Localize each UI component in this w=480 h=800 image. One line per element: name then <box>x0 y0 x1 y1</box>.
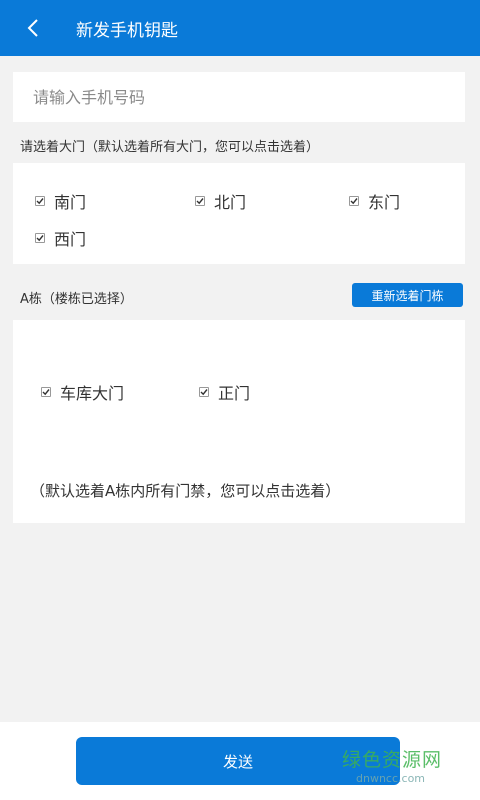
chevron-left-icon <box>27 19 38 37</box>
checkbox-checked-icon <box>349 196 359 206</box>
page-title: 新发手机钥匙 <box>76 20 178 41</box>
reselect-building-button[interactable]: 重新选着门栋 <box>352 283 463 307</box>
gate-checkbox-north[interactable]: 北门 <box>195 189 246 213</box>
phone-input[interactable] <box>33 87 433 107</box>
door-checkbox-garage[interactable]: 车库大门 <box>41 380 124 404</box>
gate-checkbox-south[interactable]: 南门 <box>35 189 86 213</box>
checkbox-checked-icon <box>35 196 45 206</box>
watermark-url: dnwncc.com <box>356 772 426 785</box>
door-checkbox-main[interactable]: 正门 <box>199 380 250 404</box>
checkbox-checked-icon <box>35 233 45 243</box>
app-header: 新发手机钥匙 <box>0 0 480 56</box>
gate-label: 东门 <box>368 193 401 212</box>
gate-checkbox-east[interactable]: 东门 <box>349 189 400 213</box>
door-label: 车库大门 <box>60 384 125 403</box>
building-section-label: A栋（楼栋已选择） <box>20 292 133 307</box>
site-watermark: 绿色资源网 dnwncc.com <box>342 745 442 785</box>
gate-label: 南门 <box>54 193 87 212</box>
gate-label: 西门 <box>54 230 87 249</box>
checkbox-checked-icon <box>195 196 205 206</box>
gate-label: 北门 <box>214 193 247 212</box>
gates-card: 南门 北门 东门 西门 <box>13 163 465 264</box>
doors-card: 车库大门 正门 （默认选着A栋内所有门禁，您可以点击选着） <box>13 320 465 523</box>
door-label: 正门 <box>218 384 251 403</box>
checkbox-checked-icon <box>199 387 209 397</box>
phone-field-card <box>13 72 465 122</box>
doors-note: （默认选着A栋内所有门禁，您可以点击选着） <box>30 482 341 500</box>
gate-checkbox-west[interactable]: 西门 <box>35 226 86 250</box>
checkbox-checked-icon <box>41 387 51 397</box>
back-button[interactable] <box>26 0 70 56</box>
watermark-text: 绿色资源网 <box>342 749 443 771</box>
gates-section-label: 请选着大门（默认选着所有大门，您可以点击选着） <box>20 140 320 155</box>
